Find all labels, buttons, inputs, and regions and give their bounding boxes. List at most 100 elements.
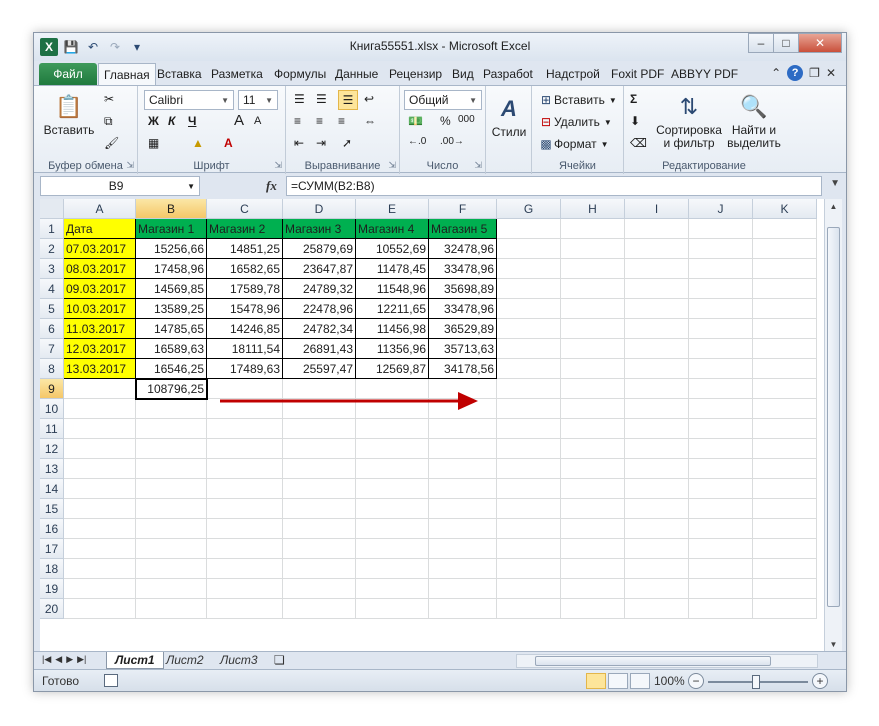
column-header-K[interactable]: K [753,199,817,219]
row-header-6[interactable]: 6 [40,319,64,339]
decrease-indent-icon[interactable]: ⇤ [294,136,304,150]
cell-I9[interactable] [625,379,689,399]
cell-F12[interactable] [429,439,497,459]
paste-button[interactable]: 📋 Вставить [40,90,98,137]
row-header-9[interactable]: 9 [40,379,64,399]
column-header-F[interactable]: F [429,199,497,219]
cell-E8[interactable]: 12569,87 [356,359,429,379]
cell-A16[interactable] [64,519,136,539]
cell-A11[interactable] [64,419,136,439]
cell-I11[interactable] [625,419,689,439]
cell-I7[interactable] [625,339,689,359]
wrap-text-icon[interactable]: ↩ [364,92,374,106]
cell-G11[interactable] [497,419,561,439]
cell-I16[interactable] [625,519,689,539]
increase-decimal-icon[interactable]: ←.0 [408,136,426,147]
cell-D10[interactable] [283,399,356,419]
cell-B14[interactable] [136,479,207,499]
column-header-D[interactable]: D [283,199,356,219]
cell-H4[interactable] [561,279,625,299]
cell-J8[interactable] [689,359,753,379]
cell-I3[interactable] [625,259,689,279]
autosum-button[interactable]: Σ [630,92,637,106]
cell-E6[interactable]: 11456,98 [356,319,429,339]
cell-B9[interactable]: 108796,25 [135,378,208,400]
tab-addins[interactable]: Надстрой [541,63,605,85]
cell-D3[interactable]: 23647,87 [283,259,356,279]
cell-H7[interactable] [561,339,625,359]
cell-F17[interactable] [429,539,497,559]
sort-filter-button[interactable]: ⇅ Сортировка и фильтр [656,90,722,150]
align-right-icon[interactable]: ≡ [338,114,345,128]
cell-B6[interactable]: 14785,65 [136,319,207,339]
cell-H14[interactable] [561,479,625,499]
cell-A5[interactable]: 10.03.2017 [64,299,136,319]
cell-K1[interactable] [753,219,817,239]
cell-I19[interactable] [625,579,689,599]
cell-H13[interactable] [561,459,625,479]
cell-K12[interactable] [753,439,817,459]
cell-J11[interactable] [689,419,753,439]
spreadsheet-grid[interactable]: A B C D E F G H I J K 1 Дата Магазин 1 Магазин 2 Магази… [40,199,824,651]
cell-E15[interactable] [356,499,429,519]
cell-H3[interactable] [561,259,625,279]
cell-C2[interactable]: 14851,25 [207,239,283,259]
fill-color-icon[interactable]: ▲ [192,136,204,150]
cell-E18[interactable] [356,559,429,579]
cell-F11[interactable] [429,419,497,439]
cell-F7[interactable]: 35713,63 [429,339,497,359]
tab-file[interactable]: Файл [39,63,97,85]
cell-H17[interactable] [561,539,625,559]
tab-insert[interactable]: Вставка [152,63,207,85]
clear-icon[interactable]: ⌫ [630,136,647,150]
cell-F5[interactable]: 33478,96 [429,299,497,319]
cell-K2[interactable] [753,239,817,259]
last-sheet-icon[interactable]: ▶| [77,654,86,665]
cell-A17[interactable] [64,539,136,559]
cell-J3[interactable] [689,259,753,279]
thousands-button[interactable]: 000 [458,114,475,125]
restore-window-icon[interactable]: ❐ [809,66,820,80]
zoom-slider-thumb[interactable] [752,675,760,689]
new-sheet-icon[interactable]: ❏ [266,652,293,669]
close-button[interactable]: ✕ [798,33,842,53]
cell-K9[interactable] [753,379,817,399]
vertical-scroll-thumb[interactable] [827,227,840,607]
cell-D6[interactable]: 24782,34 [283,319,356,339]
cell-E12[interactable] [356,439,429,459]
cell-K20[interactable] [753,599,817,619]
cell-H2[interactable] [561,239,625,259]
cell-G12[interactable] [497,439,561,459]
cell-G8[interactable] [497,359,561,379]
row-header-18[interactable]: 18 [40,559,64,579]
cell-B3[interactable]: 17458,96 [136,259,207,279]
align-center-icon[interactable]: ≡ [316,114,323,128]
row-header-3[interactable]: 3 [40,259,64,279]
cell-J14[interactable] [689,479,753,499]
row-header-5[interactable]: 5 [40,299,64,319]
cell-E19[interactable] [356,579,429,599]
column-header-B[interactable]: B [136,199,207,219]
row-header-15[interactable]: 15 [40,499,64,519]
tab-page-layout[interactable]: Разметка [206,63,268,85]
row-header-1[interactable]: 1 [40,219,64,239]
cell-I15[interactable] [625,499,689,519]
cell-E14[interactable] [356,479,429,499]
prev-sheet-icon[interactable]: ◀ [55,654,62,665]
cell-F3[interactable]: 33478,96 [429,259,497,279]
row-header-4[interactable]: 4 [40,279,64,299]
cell-H9[interactable] [561,379,625,399]
cell-A9[interactable] [64,379,136,399]
cell-F8[interactable]: 34178,56 [429,359,497,379]
cell-I13[interactable] [625,459,689,479]
cell-B2[interactable]: 15256,66 [136,239,207,259]
cell-C20[interactable] [207,599,283,619]
sheet-tab-1[interactable]: Лист1 [106,652,164,669]
cell-D12[interactable] [283,439,356,459]
tab-foxit-pdf[interactable]: Foxit PDF [606,63,669,85]
cell-A19[interactable] [64,579,136,599]
cell-G17[interactable] [497,539,561,559]
cell-J1[interactable] [689,219,753,239]
cell-H10[interactable] [561,399,625,419]
cell-H5[interactable] [561,299,625,319]
